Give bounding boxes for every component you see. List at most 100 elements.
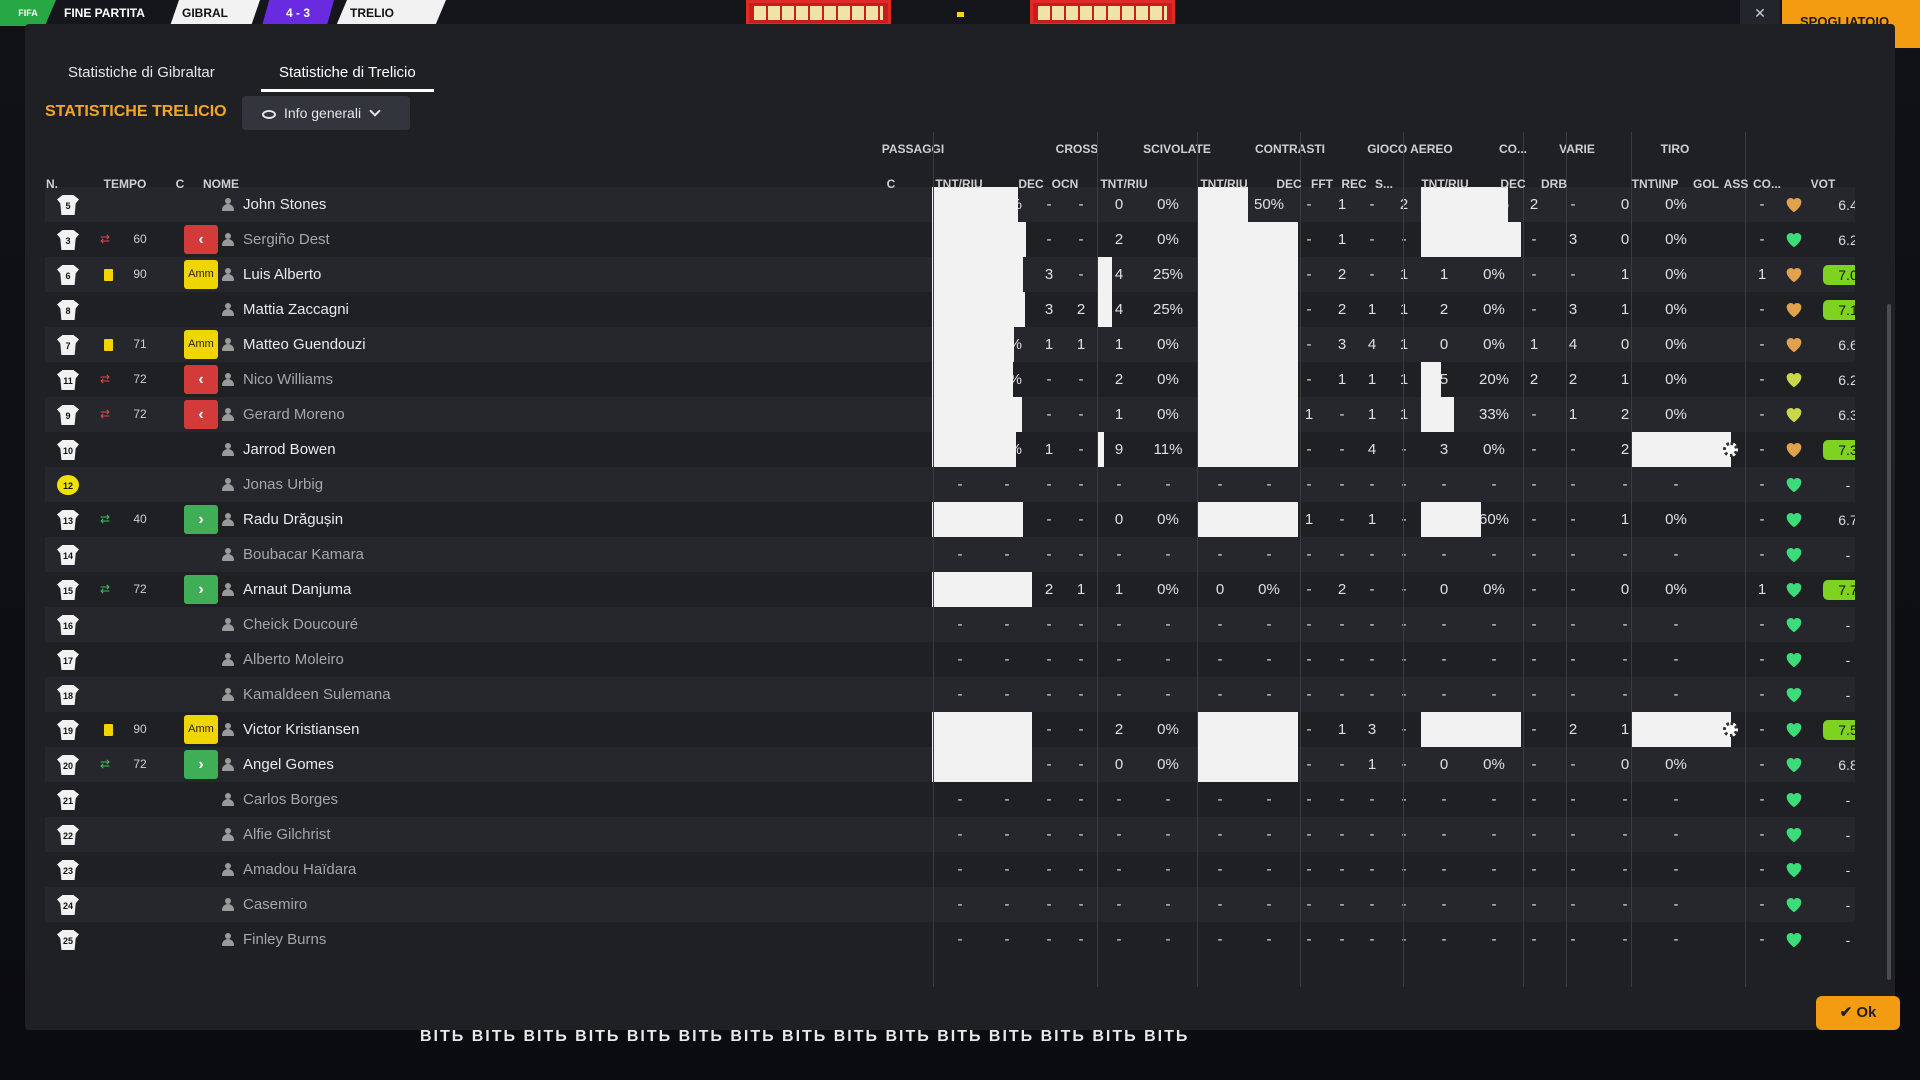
stat-ae_p: 33% — [1478, 406, 1510, 423]
ok-button[interactable]: ✔ Ok — [1816, 996, 1900, 1030]
stat-pdec: - — [1046, 231, 1052, 248]
table-row[interactable]: 3⇄60‹Sergiño Dest3794%--20%1100%-1--1100… — [45, 222, 1855, 257]
player-name[interactable]: Cheick Doucouré — [243, 607, 603, 642]
stat-cdec: - — [1306, 546, 1312, 563]
player-name[interactable]: Kamaldeen Sulemana — [243, 677, 603, 712]
column-header[interactable]: FFT — [1307, 177, 1337, 195]
stat-codec: - — [1531, 476, 1537, 493]
table-row[interactable]: 22 Alfie Gilchrist - - - - - - - - - - - - - - - - - - - - — [45, 817, 1855, 852]
table-row[interactable]: 690AmmLuis Alberto7091%3-425%1100%-2-110… — [45, 257, 1855, 292]
stat-pdec: - — [1046, 791, 1052, 808]
player-name[interactable]: Jarrod Bowen — [243, 432, 603, 467]
column-header[interactable]: TNT/RIU — [1089, 177, 1159, 195]
table-scrollbar[interactable] — [1887, 304, 1891, 980]
tab-trelicio-stats[interactable]: Statistiche di Trelicio — [261, 60, 434, 92]
player-name[interactable]: Alfie Gilchrist — [243, 817, 603, 852]
table-row[interactable]: 25 Finley Burns - - - - - - - - - - - - - - - - - - - - — [45, 922, 1855, 957]
column-header[interactable]: N. — [37, 177, 67, 195]
column-header[interactable]: REC — [1339, 177, 1369, 195]
player-name[interactable]: Sergiño Dest — [243, 222, 603, 257]
stat-s: 1 — [1399, 371, 1409, 388]
table-row[interactable]: 20⇄72›Angel Gomes6100%--00%1100%--1-00%-… — [45, 747, 1855, 782]
column-divider — [1197, 132, 1198, 987]
table-row[interactable]: 12 Jonas Urbig - - - - - - - - - - - - - - - - - - - - — [45, 467, 1855, 502]
column-header[interactable]: DEC — [1498, 177, 1528, 195]
player-name[interactable]: Amadou Haïdara — [243, 852, 603, 887]
close-icon[interactable]: ✕ — [1740, 0, 1780, 26]
table-row[interactable]: 23 Amadou Haïdara - - - - - - - - - - - - - - - - - - - - — [45, 852, 1855, 887]
stat-ae_t: - — [1441, 826, 1447, 843]
view-dropdown[interactable]: Info generali — [242, 96, 410, 130]
stat-ass: - — [1759, 896, 1765, 913]
table-row[interactable]: 24 Casemiro - - - - - - - - - - - - - - - - - - - - — [45, 887, 1855, 922]
column-header[interactable]: TEMPO — [100, 177, 150, 195]
stat-s: - — [1401, 826, 1407, 843]
player-name[interactable]: Alberto Moleiro — [243, 642, 603, 677]
player-name[interactable]: Victor Kristiansen — [243, 712, 603, 747]
table-row[interactable]: 18 Kamaldeen Sulemana - - - - - - - - - - - - - - - - - - - - — [45, 677, 1855, 712]
player-name[interactable]: Casemiro — [243, 887, 603, 922]
player-name[interactable]: Carlos Borges — [243, 782, 603, 817]
stat-cr_t: 1 — [1114, 406, 1124, 423]
stat-pdec: - — [1046, 861, 1052, 878]
stat-cr_t: 1 — [1114, 336, 1124, 353]
yellow-card-icon — [104, 269, 113, 281]
stat-s: 1 — [1399, 301, 1409, 318]
column-header[interactable]: TNT/RIU — [1189, 177, 1259, 195]
column-header[interactable]: S... — [1369, 177, 1399, 195]
player-name[interactable]: Mattia Zaccagni — [243, 292, 603, 327]
player-name[interactable]: Arnaut Danjuma — [243, 572, 603, 607]
stat-pdec: - — [1046, 756, 1052, 773]
player-rating: - — [1845, 792, 1851, 808]
column-header[interactable]: DEC — [1274, 177, 1304, 195]
stat-ass: - — [1759, 441, 1765, 458]
stat-ti_t: 1 — [1620, 301, 1630, 318]
player-name[interactable]: Jonas Urbig — [243, 467, 603, 502]
player-name[interactable]: John Stones — [243, 187, 603, 222]
stat-ae_p: - — [1491, 476, 1497, 493]
stat-bar — [1198, 362, 1298, 397]
column-header[interactable]: C — [881, 177, 901, 195]
table-row[interactable]: 17 Alberto Moleiro - - - - - - - - - - - - - - - - - - - - — [45, 642, 1855, 677]
column-header[interactable]: ASS — [1721, 177, 1751, 195]
column-header[interactable]: OCN — [1050, 177, 1080, 195]
table-row[interactable]: 10Jarrod Bowen3884%1-911%2100%--4-30%--2… — [45, 432, 1855, 467]
stat-bar — [1421, 712, 1521, 747]
stat-ti_t: - — [1622, 791, 1628, 808]
column-header[interactable]: GOL — [1691, 177, 1721, 195]
stat-ocn: - — [1078, 511, 1084, 528]
player-name[interactable]: Radu Drăgușin — [243, 502, 603, 537]
column-header[interactable]: CO... — [1752, 177, 1782, 195]
table-row[interactable]: 21 Carlos Borges - - - - - - - - - - - - - - - - - - - - — [45, 782, 1855, 817]
column-header[interactable]: DRB — [1539, 177, 1569, 195]
table-row[interactable]: 8Mattia Zaccagni4393%32425%2100%-21120%-… — [45, 292, 1855, 327]
table-row[interactable]: 14 Boubacar Kamara - - - - - - - - - - - - - - - - - - - - — [45, 537, 1855, 572]
table-row[interactable]: 15⇄72›Arnaut Danjuma5100%2110%00%-2--00%… — [45, 572, 1855, 607]
player-name[interactable]: Luis Alberto — [243, 257, 603, 292]
player-name[interactable]: Finley Burns — [243, 922, 603, 957]
tab-gibraltar-stats[interactable]: Statistiche di Gibraltar — [50, 60, 233, 92]
player-name[interactable]: Boubacar Kamara — [243, 537, 603, 572]
column-header[interactable]: TNT/RIU — [924, 177, 994, 195]
stat-bar — [1198, 327, 1298, 362]
table-row[interactable]: 11⇄72‹Nico Williams2781%--20%3100%-11152… — [45, 362, 1855, 397]
table-row[interactable]: 1990AmmVictor Kristiansen16100%--20%1100… — [45, 712, 1855, 747]
stat-sc_p: - — [1266, 791, 1272, 808]
column-header[interactable]: TNT/RIU — [1410, 177, 1480, 195]
player-name[interactable]: Angel Gomes — [243, 747, 603, 782]
table-row[interactable]: 9⇄72‹Gerard Moreno2190%--10%1100%1-11633… — [45, 397, 1855, 432]
shirt-number: 14 — [57, 545, 79, 565]
stat-cdec: - — [1306, 826, 1312, 843]
column-header[interactable]: TNT\INP — [1620, 177, 1690, 195]
player-name[interactable]: Gerard Moreno — [243, 397, 603, 432]
stat-s: - — [1401, 441, 1407, 458]
column-header[interactable]: DEC — [1016, 177, 1046, 195]
column-header[interactable]: C — [170, 177, 190, 195]
table-row[interactable]: 13⇄40›Radu Drăgușin2391%--00%3100%1-1-56… — [45, 502, 1855, 537]
table-row[interactable]: 771AmmMatteo Guendouzi6982%1110%1100%-34… — [45, 327, 1855, 362]
column-header[interactable]: NOME — [203, 177, 263, 195]
table-row[interactable]: 16 Cheick Doucouré - - - - - - - - - - - - - - - - - - - - — [45, 607, 1855, 642]
column-header[interactable]: VOT — [1808, 177, 1838, 195]
player-name[interactable]: Matteo Guendouzi — [243, 327, 603, 362]
player-name[interactable]: Nico Williams — [243, 362, 603, 397]
